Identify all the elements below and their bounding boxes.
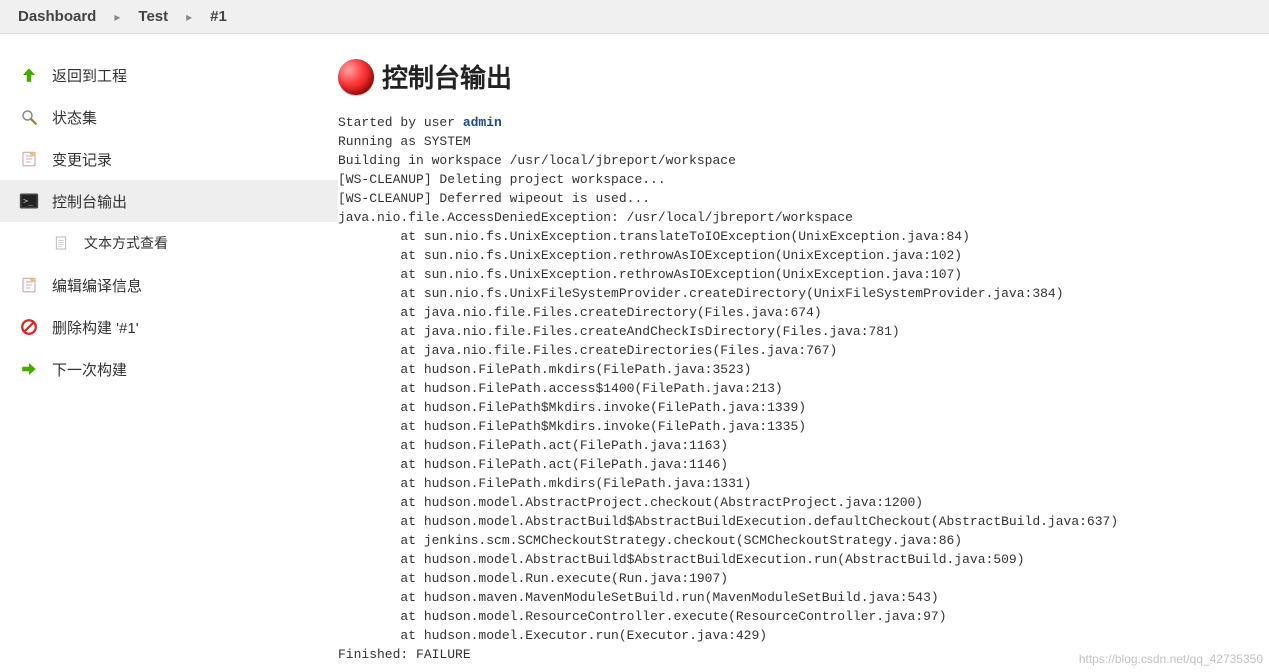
breadcrumb: Dashboard ▸ Test ▸ #1 xyxy=(0,0,1269,34)
log-user-link[interactable]: admin xyxy=(463,115,502,130)
sidebar-item-console[interactable]: >_ 控制台输出 xyxy=(0,180,338,222)
notepad-icon xyxy=(18,148,40,170)
build-failure-icon xyxy=(338,59,374,95)
sidebar-item-label: 文本方式查看 xyxy=(84,233,168,253)
log-body: Running as SYSTEM Building in workspace … xyxy=(338,134,1118,662)
sidebar-item-label: 状态集 xyxy=(52,107,97,128)
console-output: Started by user admin Running as SYSTEM … xyxy=(338,113,1269,664)
search-icon xyxy=(18,106,40,128)
sidebar-item-label: 下一次构建 xyxy=(52,359,127,380)
breadcrumb-dashboard[interactable]: Dashboard xyxy=(18,8,96,25)
sidebar-item-changes[interactable]: 变更记录 xyxy=(0,138,338,180)
sidebar-item-label: 返回到工程 xyxy=(52,65,127,86)
sidebar: 返回到工程 状态集 变更记录 >_ 控制台输出 文本方式查看 xyxy=(0,34,338,668)
ban-icon xyxy=(18,316,40,338)
svg-text:>_: >_ xyxy=(23,196,34,206)
page-heading: 控制台输出 xyxy=(338,58,1269,95)
terminal-icon: >_ xyxy=(18,190,40,212)
log-started-by: Started by user xyxy=(338,115,463,130)
document-icon xyxy=(50,232,72,254)
sidebar-item-edit[interactable]: 编辑编译信息 xyxy=(0,264,338,306)
sidebar-item-delete[interactable]: 删除构建 '#1' xyxy=(0,306,338,348)
sidebar-item-next[interactable]: 下一次构建 xyxy=(0,348,338,390)
notepad-icon xyxy=(18,274,40,296)
sidebar-item-label: 删除构建 '#1' xyxy=(52,317,139,338)
breadcrumb-project[interactable]: Test xyxy=(138,8,168,25)
chevron-right-icon: ▸ xyxy=(114,10,120,24)
sidebar-item-label: 变更记录 xyxy=(52,149,112,170)
sidebar-item-back[interactable]: 返回到工程 xyxy=(0,54,338,96)
arrow-up-icon xyxy=(18,64,40,86)
arrow-right-icon xyxy=(18,358,40,380)
chevron-right-icon: ▸ xyxy=(186,10,192,24)
sidebar-item-label: 控制台输出 xyxy=(52,191,127,212)
sidebar-item-status[interactable]: 状态集 xyxy=(0,96,338,138)
sidebar-item-label: 编辑编译信息 xyxy=(52,275,142,296)
sidebar-item-plaintext[interactable]: 文本方式查看 xyxy=(0,222,338,264)
breadcrumb-build[interactable]: #1 xyxy=(210,8,227,25)
main-content: 控制台输出 Started by user admin Running as S… xyxy=(338,34,1269,668)
page-title: 控制台输出 xyxy=(382,58,512,95)
